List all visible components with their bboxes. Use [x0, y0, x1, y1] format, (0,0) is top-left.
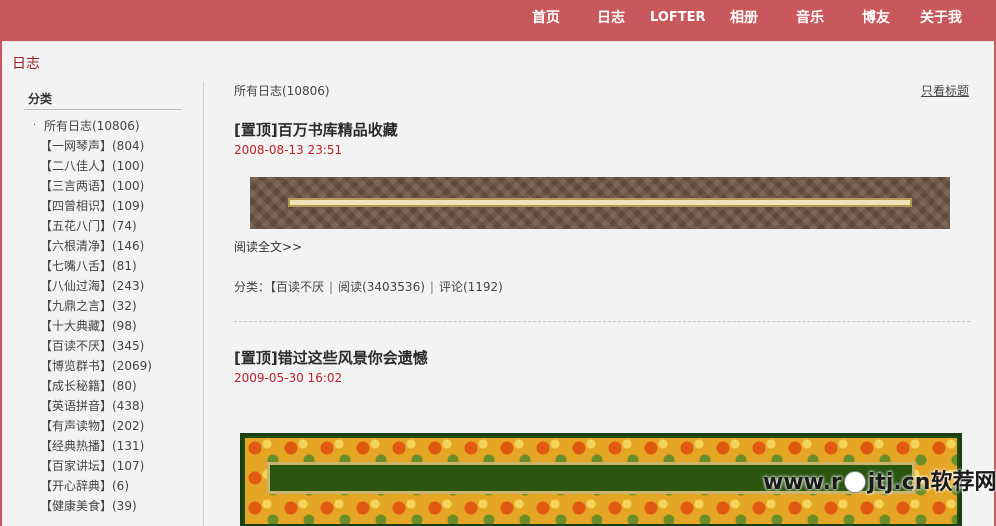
- nav-music[interactable]: 音乐: [796, 7, 824, 29]
- meta-separator: |: [329, 280, 334, 294]
- category-label: 【六根清净】(146): [40, 239, 145, 253]
- column-divider: [203, 82, 204, 526]
- category-label: 【经典热播】(131): [40, 439, 145, 453]
- category-sidebar: 分类 · 所有日志(10806) 【一网琴声】(804) 【二八佳人】(100) …: [24, 88, 182, 516]
- category-item[interactable]: 【二八佳人】(100): [24, 156, 182, 176]
- category-label: 【成长秘籍】(80): [40, 379, 137, 393]
- page-title: 日志: [12, 56, 40, 72]
- category-item[interactable]: 【博览群书】(2069): [24, 356, 182, 376]
- category-item[interactable]: 【三言两语】(100): [24, 176, 182, 196]
- category-item[interactable]: 【成长秘籍】(80): [24, 376, 182, 396]
- post-date: 2009-05-30 16:02: [234, 371, 343, 385]
- content-panel: 日志 分类 · 所有日志(10806) 【一网琴声】(804) 【二八佳人】(10…: [2, 41, 994, 526]
- category-label: 【英语拼音】(438): [40, 399, 145, 413]
- watermark-text-mid: jtj.cn: [867, 470, 931, 495]
- post-divider: [234, 321, 970, 322]
- read-count-link[interactable]: 阅读(3403536): [338, 280, 425, 294]
- category-label: 【开心辞典】(6): [40, 479, 129, 493]
- watermark-text-left: www.r: [763, 470, 842, 495]
- category-item[interactable]: 【八仙过海】(243): [24, 276, 182, 296]
- category-item[interactable]: 【七嘴八舌】(81): [24, 256, 182, 276]
- nav-blog[interactable]: 日志: [597, 7, 625, 29]
- watermark-badge-icon: [843, 471, 866, 493]
- sidebar-heading: 分类: [24, 88, 182, 110]
- banner-bar: [288, 198, 912, 207]
- category-item[interactable]: 【六根清净】(146): [24, 236, 182, 256]
- category-label: 【三言两语】(100): [40, 179, 145, 193]
- nav-home[interactable]: 首页: [532, 7, 560, 29]
- read-more-link[interactable]: 阅读全文>>: [234, 238, 302, 255]
- category-item[interactable]: 【一网琴声】(804): [24, 136, 182, 156]
- category-label: 【八仙过海】(243): [40, 279, 145, 293]
- post-category-link[interactable]: 【百读不厌: [270, 280, 324, 294]
- top-nav: 首页 日志 LOFTER 相册 音乐 博友 关于我: [0, 0, 996, 38]
- category-label: 【九鼎之言】(32): [40, 299, 137, 313]
- titles-only-link[interactable]: 只看标题: [921, 82, 969, 99]
- category-label: 【一网琴声】(804): [40, 139, 145, 153]
- category-label: 所有日志(10806): [44, 119, 140, 133]
- category-label: 【有声读物】(202): [40, 419, 145, 433]
- category-item[interactable]: 【九鼎之言】(32): [24, 296, 182, 316]
- category-label: 【百家讲坛】(107): [40, 459, 145, 473]
- nav-lofter[interactable]: LOFTER: [650, 7, 706, 29]
- category-label: 【十大典藏】(98): [40, 319, 137, 333]
- category-item[interactable]: 【开心辞典】(6): [24, 476, 182, 496]
- meta-separator: |: [429, 280, 434, 294]
- post-banner-image: [250, 177, 950, 229]
- bullet-icon: ·: [33, 120, 37, 131]
- post-title[interactable]: [置顶]错过这些风景你会遗憾: [234, 347, 428, 368]
- category-label: 【五花八门】(74): [40, 219, 137, 233]
- nav-about[interactable]: 关于我: [920, 7, 962, 29]
- nav-friends[interactable]: 博友: [862, 7, 890, 29]
- category-list: · 所有日志(10806) 【一网琴声】(804) 【二八佳人】(100) 【三言…: [24, 116, 182, 516]
- watermark-text-right: 软荐网: [930, 470, 996, 495]
- category-item[interactable]: 【五花八门】(74): [24, 216, 182, 236]
- category-item[interactable]: 【经典热播】(131): [24, 436, 182, 456]
- category-item[interactable]: 【英语拼音】(438): [24, 396, 182, 416]
- category-label: 【七嘴八舌】(81): [40, 259, 137, 273]
- category-item[interactable]: 【有声读物】(202): [24, 416, 182, 436]
- category-item[interactable]: 【四曾相识】(109): [24, 196, 182, 216]
- category-item[interactable]: 【百读不厌】(345): [24, 336, 182, 356]
- post-title[interactable]: [置顶]百万书库精品收藏: [234, 119, 398, 140]
- watermark: www.r jtj.cn软荐网: [763, 464, 996, 496]
- post-date: 2008-08-13 23:51: [234, 143, 343, 157]
- comment-count-link[interactable]: 评论(1192): [439, 280, 503, 294]
- category-item[interactable]: 【健康美食】(39): [24, 496, 182, 516]
- nav-album[interactable]: 相册: [730, 7, 758, 29]
- all-posts-count: 所有日志(10806): [234, 84, 330, 98]
- category-prefix: 分类：: [234, 280, 271, 294]
- category-label: 【健康美食】(39): [40, 499, 137, 513]
- category-label: 【二八佳人】(100): [40, 159, 145, 173]
- category-item[interactable]: 【百家讲坛】(107): [24, 456, 182, 476]
- category-item-all[interactable]: · 所有日志(10806): [24, 116, 182, 136]
- category-label: 【百读不厌】(345): [40, 339, 145, 353]
- category-item[interactable]: 【十大典藏】(98): [24, 316, 182, 336]
- category-label: 【四曾相识】(109): [40, 199, 145, 213]
- category-label: 【博览群书】(2069): [40, 359, 152, 373]
- post-meta: 分类：【百读不厌 | 阅读(3403536) | 评论(1192): [234, 278, 503, 295]
